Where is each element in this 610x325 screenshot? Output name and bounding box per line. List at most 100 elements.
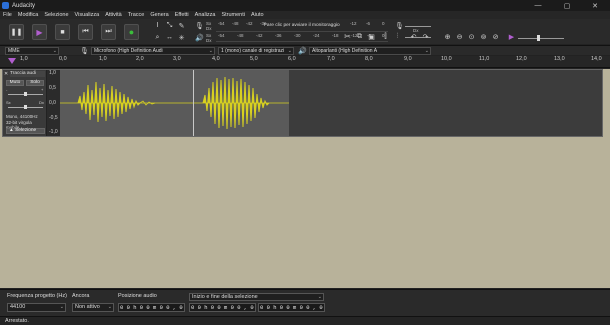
clip-boundary[interactable]	[193, 70, 194, 136]
rec-tick: -12	[350, 21, 357, 26]
audio-host-value: MME	[8, 48, 20, 54]
play-tick: -24	[313, 33, 320, 38]
redo-icon[interactable]: ↷	[421, 32, 430, 41]
multi-tool-icon[interactable]: ✳	[177, 33, 186, 42]
maximize-button[interactable]: ▢	[557, 0, 577, 11]
recording-volume-slider[interactable]	[405, 26, 431, 27]
status-message: Arrestato.	[0, 316, 610, 325]
pan-right-label: Dx	[39, 100, 44, 105]
audio-host-select[interactable]: MME ⌄	[5, 47, 59, 55]
record-icon: ●	[128, 27, 135, 37]
skip-to-end-button[interactable]: ⏭	[101, 24, 116, 40]
selection-start-field[interactable]: 0 0 h 0 0 m 0 0 , 0 0 0 s	[189, 303, 256, 312]
play-head-icon[interactable]	[8, 58, 16, 64]
recording-channels-value: 1 (mono) canale di registrazi	[221, 48, 285, 54]
snap-select[interactable]: Non attivo ⌄	[72, 303, 114, 312]
track-name-menu[interactable]: Traccia audi	[10, 71, 45, 77]
silence-icon[interactable]: ⫶	[393, 32, 402, 41]
record-button[interactable]: ●	[124, 24, 139, 40]
pause-button[interactable]: ❚❚	[9, 24, 24, 40]
paste-icon[interactable]: ▣	[367, 32, 376, 41]
pan-slider-knob[interactable]	[24, 105, 27, 109]
draw-tool-icon[interactable]: ✎	[177, 21, 186, 30]
audio-track[interactable]: ✕ Traccia audi Muto Solo - + Sx Dx Mono,…	[2, 69, 603, 137]
menu-effetti[interactable]: Effetti	[175, 12, 189, 18]
rec-tick: -54	[218, 21, 225, 26]
pause-icon: ❚❚	[10, 29, 23, 36]
menu-modifica[interactable]: Modifica	[18, 12, 38, 18]
menu-tracce[interactable]: Tracce	[128, 12, 145, 18]
ruler-label: 14,0	[591, 56, 602, 62]
minimize-button[interactable]: —	[528, 0, 548, 11]
ruler-label: 7,0	[327, 56, 335, 62]
stop-button[interactable]: ■	[55, 24, 70, 40]
cut-icon[interactable]: ✂	[343, 32, 352, 41]
track-area[interactable]: ✕ Traccia audi Muto Solo - + Sx Dx Mono,…	[0, 69, 610, 288]
project-rate-select[interactable]: 44100 ⌄	[7, 303, 66, 312]
ruler-label: 0,0	[59, 56, 67, 62]
recording-device-select[interactable]: Microfono (High Definition Audi ⌄	[91, 47, 215, 55]
track-select-button[interactable]: ▲ Selezione	[6, 128, 45, 134]
recording-channels-select[interactable]: 1 (mono) canale di registrazi ⌄	[218, 47, 294, 55]
audio-position-field[interactable]: 0 0 h 0 0 m 0 0 , 0 0 0 s	[118, 303, 185, 312]
zoom-toggle-icon[interactable]: ⊘	[491, 32, 500, 41]
zoom-fit-icon[interactable]: ⊚	[479, 32, 488, 41]
record-meter-message[interactable]: Fare clic per avviare il monitoraggio	[264, 23, 340, 28]
menu-analizza[interactable]: Analizza	[195, 12, 216, 18]
waveform-graphic	[60, 76, 289, 130]
skip-end-icon: ⏭	[105, 28, 112, 35]
pan-left-label: Sx	[6, 100, 11, 105]
copy-icon[interactable]: ⧉	[355, 32, 364, 41]
zoom-in-icon[interactable]: ⊕	[443, 32, 452, 41]
play-meter-speaker-icon[interactable]: 🔊	[195, 33, 204, 42]
envelope-tool-icon[interactable]: ⤡	[165, 21, 174, 30]
stop-icon: ■	[60, 28, 65, 36]
solo-button[interactable]: Solo	[26, 80, 44, 86]
menu-visualizza[interactable]: Visualizza	[75, 12, 100, 18]
project-rate-label: Frequenza progetto (Hz)	[7, 293, 67, 299]
zoom-tool-icon[interactable]: ⌕	[153, 33, 162, 42]
title-bar: Audacity — ▢ ✕	[0, 0, 610, 11]
track-control-panel[interactable]: ✕ Traccia audi Muto Solo - + Sx Dx Mono,…	[3, 70, 47, 136]
menu-genera[interactable]: Genera	[150, 12, 168, 18]
selection-mode-select[interactable]: Inizio e fine della selezione ⌄	[189, 293, 324, 301]
play-meter-track[interactable]	[216, 41, 388, 42]
timeshift-tool-icon[interactable]: ↔	[165, 33, 174, 42]
rec-tick: 0	[382, 21, 385, 26]
waveform-area[interactable]	[60, 70, 289, 136]
vertical-scale[interactable]: 1,0 0,5 0,0 -0,5 -1,0	[47, 70, 60, 136]
track-empty-region[interactable]	[289, 70, 602, 136]
menu-file[interactable]: File	[3, 12, 12, 18]
selection-tool-icon[interactable]: I	[153, 21, 162, 30]
window-title: Audacity	[12, 2, 36, 9]
track-close-icon[interactable]: ✕	[4, 71, 8, 77]
menu-aiuto[interactable]: Aiuto	[251, 12, 264, 18]
gain-slider-knob[interactable]	[24, 92, 27, 96]
gain-minus-label: -	[6, 87, 8, 92]
play-speed-slider[interactable]	[518, 38, 564, 39]
playback-device-value: Altoparlanti (High Definition A	[312, 48, 378, 54]
zoom-out-icon[interactable]: ⊖	[455, 32, 464, 41]
selection-end-field[interactable]: 0 0 h 0 0 m 0 0 , 0 0 0 s	[258, 303, 325, 312]
menu-strumenti[interactable]: Strumenti	[221, 12, 245, 18]
undo-icon[interactable]: ↶	[409, 32, 418, 41]
menu-selezione[interactable]: Selezione	[44, 12, 68, 18]
mute-button[interactable]: Muto	[6, 80, 24, 86]
scale-label: 0,0	[49, 100, 56, 106]
menu-bar: File Modifica Selezione Visualizza Attiv…	[0, 11, 610, 19]
menu-attivita[interactable]: Attività	[105, 12, 122, 18]
play-at-speed-icon[interactable]: ▶	[507, 32, 516, 41]
scale-label: 0,5	[49, 85, 56, 91]
play-button[interactable]: ▶	[32, 24, 47, 40]
scale-label: -1,0	[49, 129, 58, 135]
close-button[interactable]: ✕	[585, 0, 605, 11]
skip-to-start-button[interactable]: ⏮	[78, 24, 93, 40]
play-tick: -18	[332, 33, 339, 38]
timeline-ruler[interactable]: 1,0 0,0 1,0 2,0 3,0 4,0 5,0 6,0 7,0 8,0 …	[0, 56, 610, 68]
play-speed-knob[interactable]	[537, 35, 540, 41]
zoom-selection-icon[interactable]: ⊙	[467, 32, 476, 41]
playback-device-select[interactable]: Altoparlanti (High Definition A ⌄	[309, 47, 431, 55]
trim-icon[interactable]: ⫿	[381, 32, 390, 41]
ruler-label: 11,0	[479, 56, 490, 62]
record-meter-mic-icon[interactable]: 🎙	[195, 21, 204, 30]
